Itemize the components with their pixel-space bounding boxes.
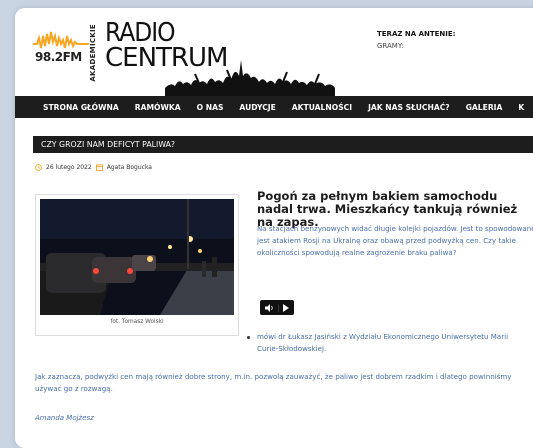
bullet-dot (247, 336, 250, 339)
nav-item-about[interactable]: O NAS (189, 103, 232, 112)
nav-item-contact[interactable]: K (510, 103, 532, 112)
quote-bullet: mówi dr Łukasz Jasiński z Wydziału Ekono… (247, 331, 517, 355)
street-night-photo (40, 199, 234, 315)
nav-item-shows[interactable]: AUDYCJE (231, 103, 283, 112)
article-photo[interactable]: fot. Tomasz Wolski (35, 194, 239, 336)
nav-item-gallery[interactable]: GALERIA (458, 103, 511, 112)
article-paragraph: Jak zaznacza, podwyżki cen mają również … (35, 372, 512, 393)
audio-player[interactable]: | (260, 300, 294, 315)
academic-label: AKADEMICKIE (89, 24, 97, 82)
calendar-icon (95, 164, 103, 171)
clock-icon (35, 164, 42, 171)
nav-item-home[interactable]: STRONA GŁÓWNA (15, 103, 127, 112)
article-lead: Na stacjach benzynowych widać długie kol… (257, 224, 533, 257)
article-signature: Amanda Mojżesz (35, 414, 94, 422)
nav-item-schedule[interactable]: RAMÓWKA (127, 103, 189, 112)
now-playing-label: GRAMY: (377, 42, 404, 50)
play-icon[interactable] (282, 303, 289, 312)
article-date: 26 lutego 2022 (46, 164, 92, 171)
crowd-silhouette-icon (165, 60, 335, 96)
site-header: 98.2FM AKADEMICKIE RADIO CENTRUM TERAZ N… (15, 8, 533, 96)
main-nav: STRONA GŁÓWNA RAMÓWKA O NAS AUDYCJE AKTU… (15, 96, 533, 118)
sound-wave-icon (33, 31, 89, 49)
bullet-text: mówi dr Łukasz Jasiński z Wydziału Ekono… (257, 332, 509, 353)
photo-caption: fot. Tomasz Wolski (110, 319, 164, 325)
player-divider: | (277, 303, 280, 312)
article-section-title: CZY GROZI NAM DEFICYT PALIWA? (33, 136, 533, 153)
page-card: 98.2FM AKADEMICKIE RADIO CENTRUM TERAZ N… (15, 8, 533, 448)
article-meta: 26 lutego 2022 Agata Bogucka (35, 164, 152, 171)
on-air-label: TERAZ NA ANTENIE: (377, 30, 456, 38)
volume-icon[interactable] (265, 303, 274, 312)
article-author[interactable]: Agata Bogucka (107, 164, 152, 171)
frequency-label: 98.2FM (35, 50, 82, 64)
nav-item-news[interactable]: AKTUALNOŚCI (284, 103, 360, 112)
nav-item-how-to-listen[interactable]: JAK NAS SŁUCHAĆ? (360, 103, 458, 112)
